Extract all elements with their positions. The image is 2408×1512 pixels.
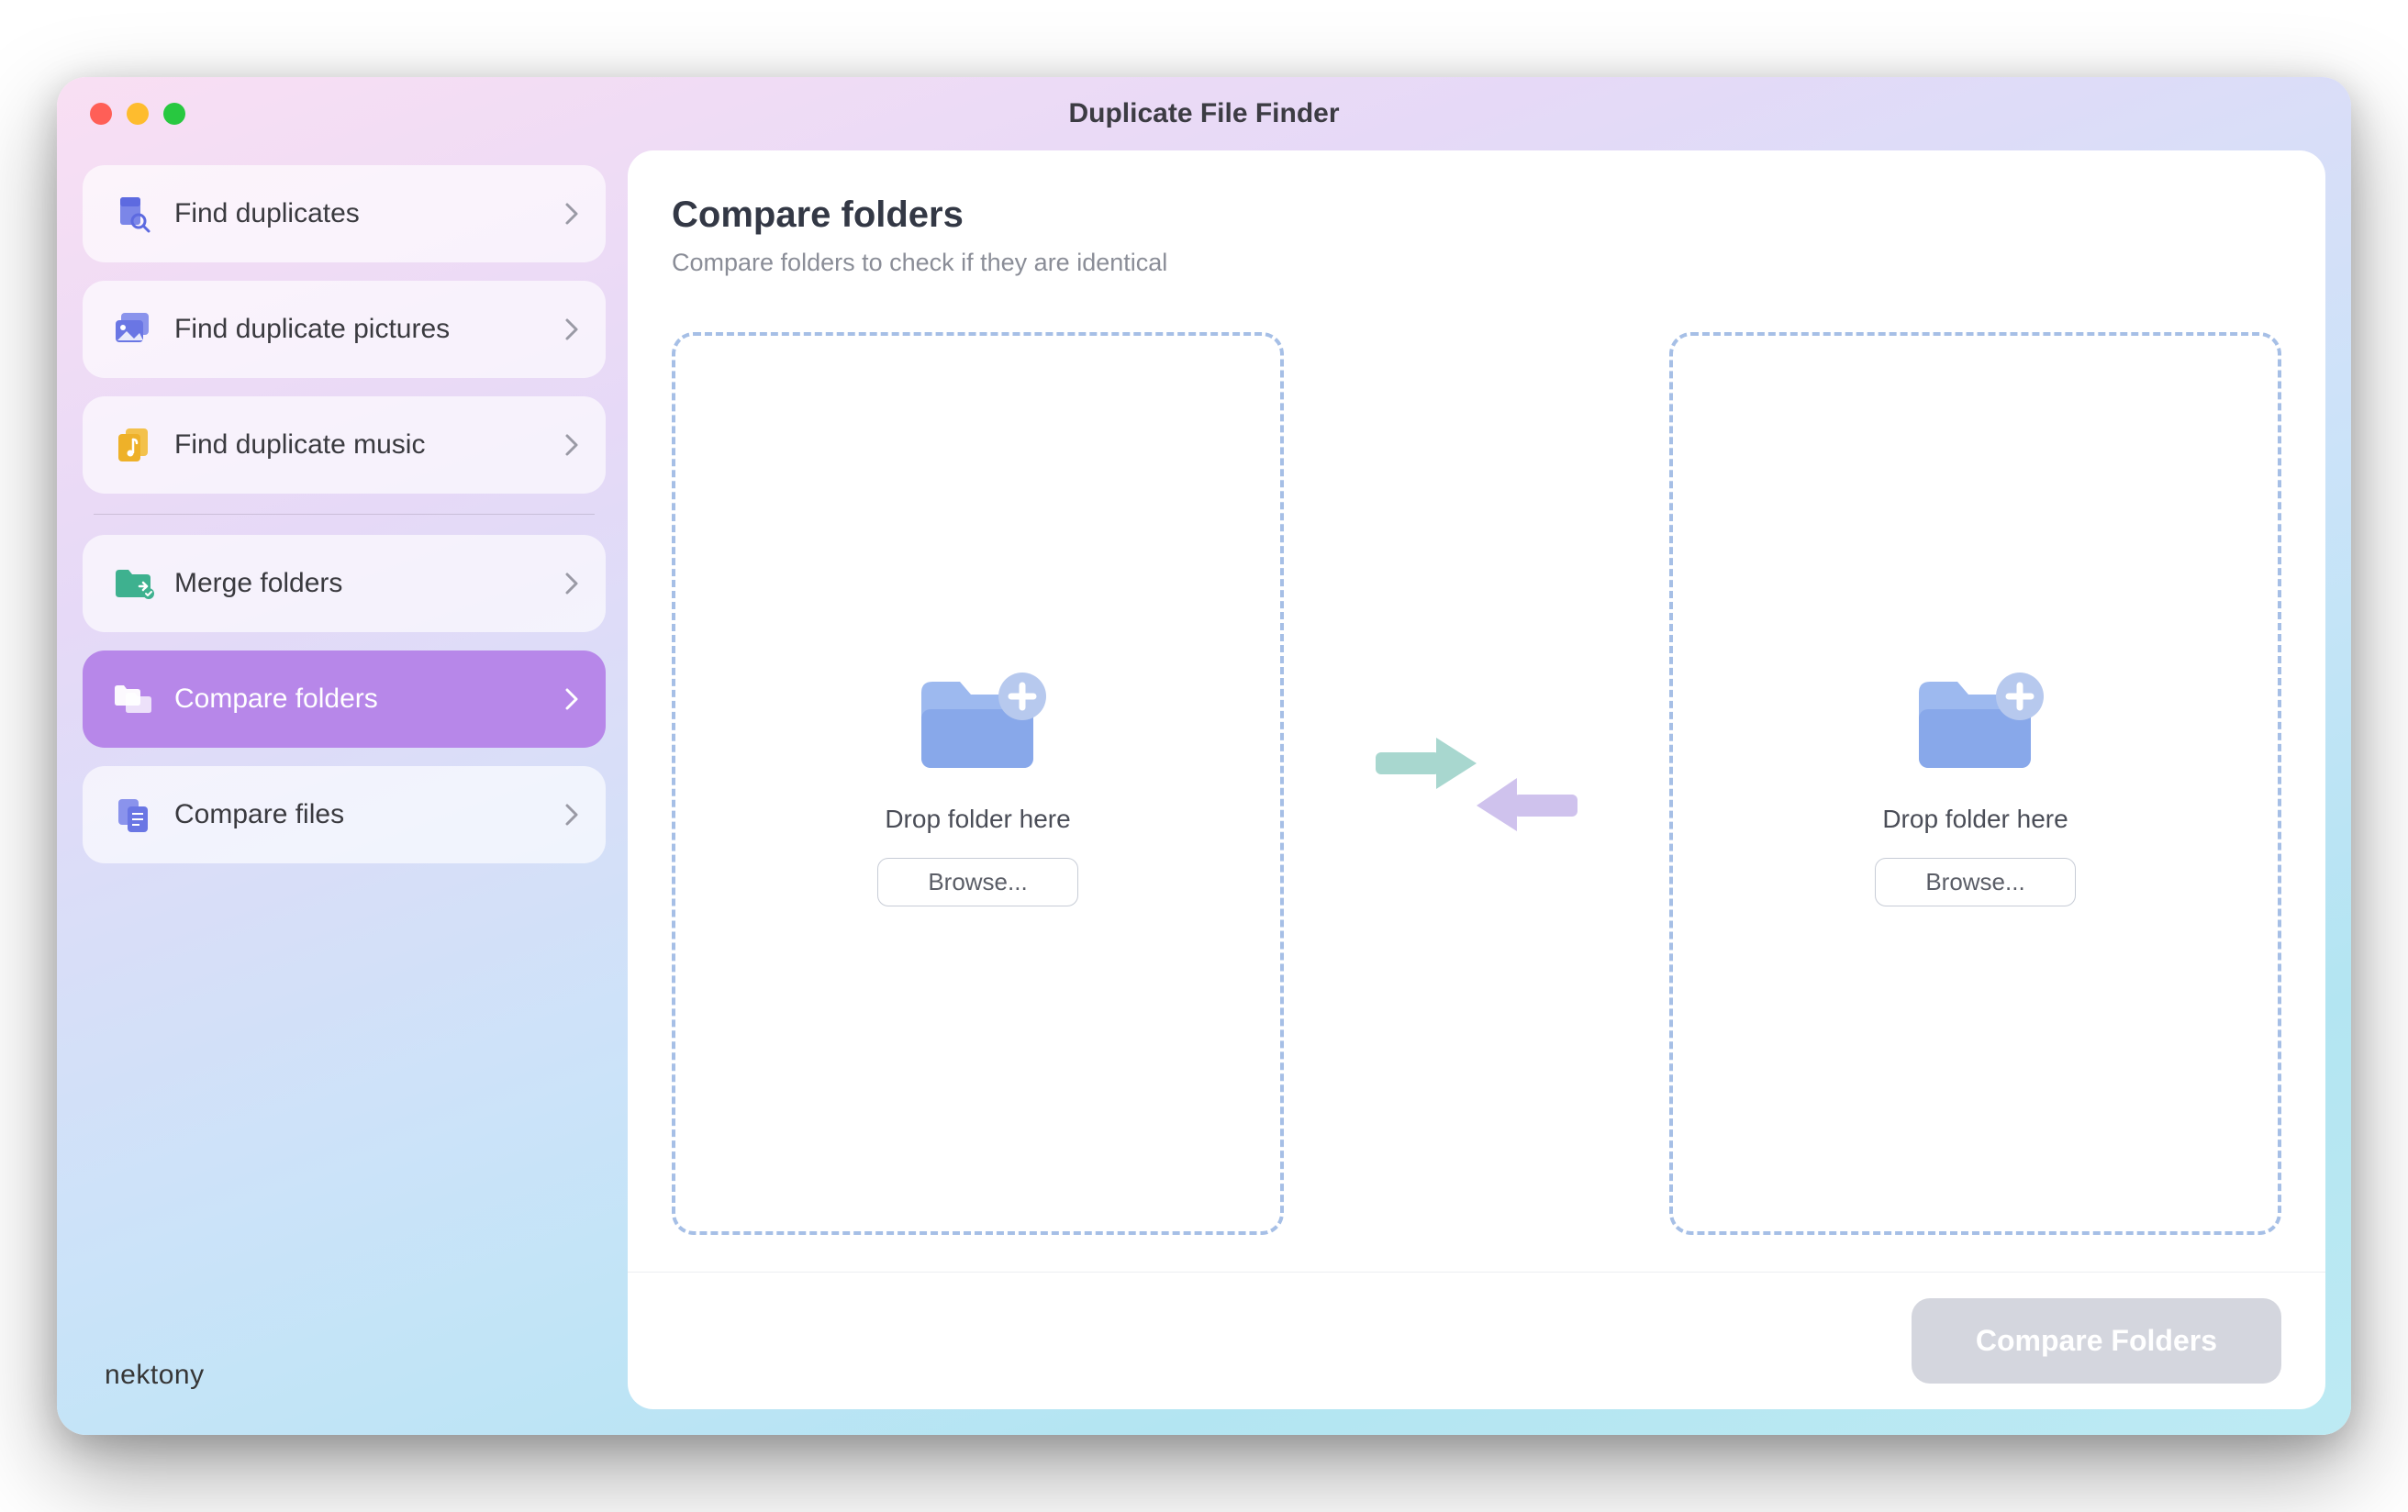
browse-left-button[interactable]: Browse...	[877, 858, 1077, 906]
sidebar-item-label: Find duplicate pictures	[158, 314, 563, 345]
sidebar-item-merge-folders[interactable]: Merge folders	[83, 535, 606, 632]
app-window: Duplicate File Finder Find duplicates	[57, 77, 2351, 1435]
chevron-right-icon	[563, 432, 580, 458]
files-compare-icon	[108, 795, 158, 834]
folder-add-icon	[905, 662, 1052, 781]
chevron-right-icon	[563, 802, 580, 828]
sidebar-item-label: Find duplicate music	[158, 429, 563, 461]
dropzone-left-label: Drop folder here	[885, 805, 1070, 834]
sidebar-item-label: Merge folders	[158, 568, 563, 599]
drop-area: Drop folder here Browse...	[628, 299, 2325, 1272]
chevron-right-icon	[563, 571, 580, 596]
main-footer: Compare Folders	[628, 1272, 2325, 1409]
sidebar-divider	[94, 514, 595, 515]
sidebar-item-find-duplicates[interactable]: Find duplicates	[83, 165, 606, 262]
titlebar: Duplicate File Finder	[57, 77, 2351, 150]
music-icon	[108, 427, 158, 463]
window-title: Duplicate File Finder	[57, 98, 2351, 129]
compare-folders-button[interactable]: Compare Folders	[1912, 1298, 2281, 1384]
sidebar-item-label: Compare files	[158, 799, 563, 830]
sidebar-item-find-duplicate-music[interactable]: Find duplicate music	[83, 396, 606, 494]
pictures-icon	[108, 311, 158, 348]
window-body: Find duplicates Find duplicate pictures	[57, 150, 2351, 1435]
browse-right-button[interactable]: Browse...	[1875, 858, 2075, 906]
sidebar-item-compare-folders[interactable]: Compare folders	[83, 650, 606, 748]
sidebar-item-find-duplicate-pictures[interactable]: Find duplicate pictures	[83, 281, 606, 378]
chevron-right-icon	[563, 686, 580, 712]
dropzone-left[interactable]: Drop folder here Browse...	[672, 332, 1284, 1235]
main-header: Compare folders Compare folders to check…	[628, 150, 2325, 299]
page-subtitle: Compare folders to check if they are ide…	[672, 249, 2281, 277]
compare-arrows-icon	[1284, 332, 1669, 1235]
page-title: Compare folders	[672, 195, 2281, 236]
brand-logo: nektony	[83, 1360, 606, 1409]
main-panel: Compare folders Compare folders to check…	[628, 150, 2325, 1409]
sidebar-item-compare-files[interactable]: Compare files	[83, 766, 606, 863]
folder-compare-icon	[108, 681, 158, 717]
doc-search-icon	[108, 194, 158, 234]
folder-merge-icon	[108, 566, 158, 601]
chevron-right-icon	[563, 317, 580, 342]
folder-add-icon	[1902, 662, 2049, 781]
sidebar-item-label: Find duplicates	[158, 198, 563, 229]
dropzone-right[interactable]: Drop folder here Browse...	[1669, 332, 2281, 1235]
sidebar-item-label: Compare folders	[158, 684, 563, 715]
dropzone-right-label: Drop folder here	[1882, 805, 2068, 834]
chevron-right-icon	[563, 201, 580, 227]
sidebar: Find duplicates Find duplicate pictures	[83, 150, 606, 1409]
